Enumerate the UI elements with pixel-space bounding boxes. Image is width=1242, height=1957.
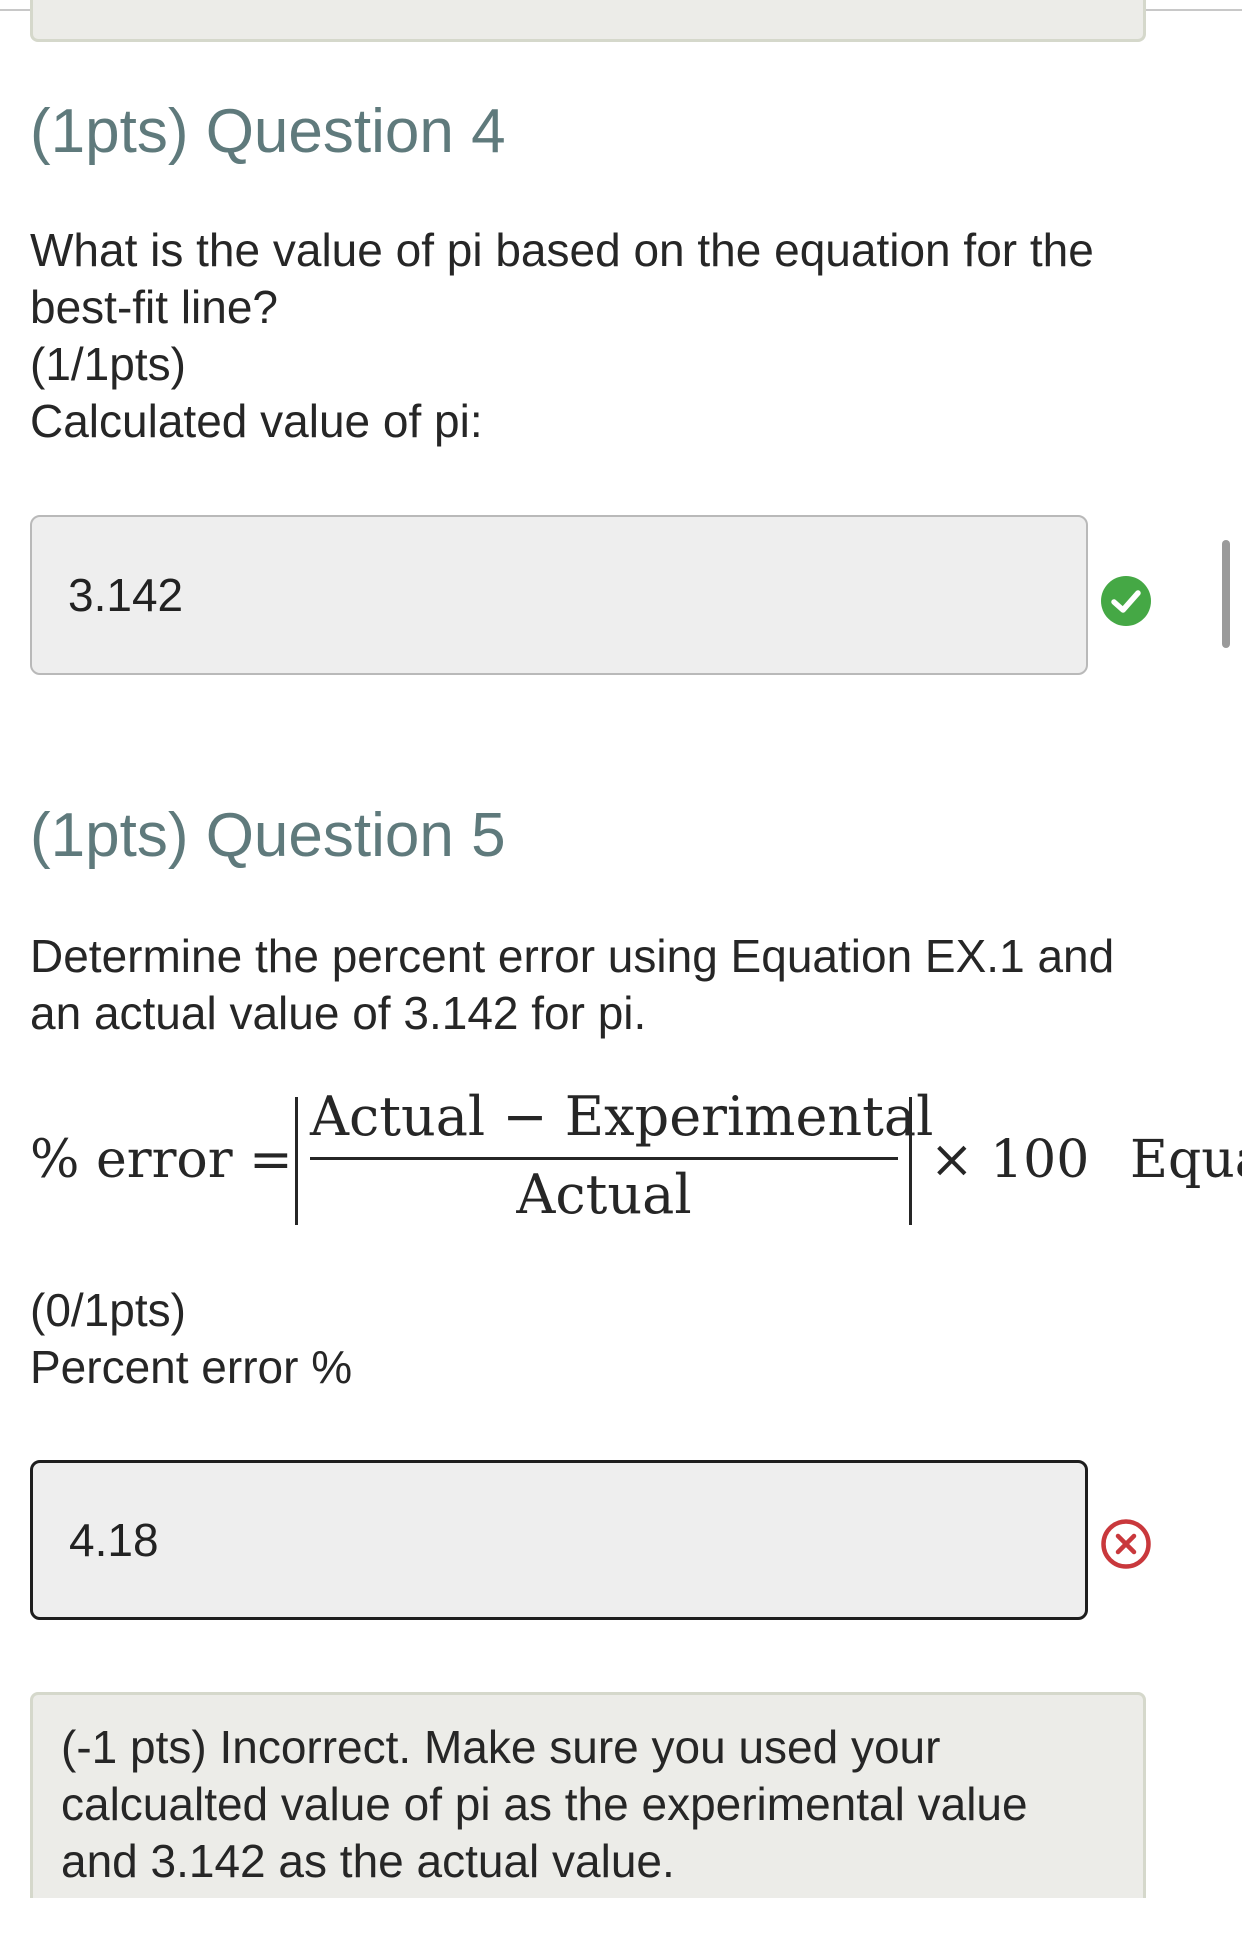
question-4-title: (1pts) Question 4 xyxy=(30,97,506,166)
question-5-text-line-1: Determine the percent error using Equati… xyxy=(30,930,1115,982)
question-5-score: (0/1pts) xyxy=(30,1284,186,1336)
question-5-answer-input[interactable] xyxy=(69,1513,969,1567)
question-4-answer-box[interactable] xyxy=(30,515,1088,675)
question-5-title: (1pts) Question 5 xyxy=(30,801,506,870)
question-5-text-line-2: an actual value of 3.142 for pi. xyxy=(30,987,647,1039)
previous-feedback-box xyxy=(30,0,1146,42)
question-5-field-area: (0/1pts) Percent error % xyxy=(30,1282,1180,1396)
question-4-body: What is the value of pi based on the equ… xyxy=(30,222,1180,450)
percent-error-equation: % error = Actual − Experimental Actual ×… xyxy=(30,1085,1242,1235)
question-4-score: (1/1pts) xyxy=(30,338,186,390)
question-5-answer-box[interactable] xyxy=(30,1460,1088,1620)
question-4-text-line-2: best-fit line? xyxy=(30,281,279,333)
check-circle-icon xyxy=(1101,576,1151,626)
question-4-field-label: Calculated value of pi: xyxy=(30,395,483,447)
feedback-line-2: calcualted value of pi as the experiment… xyxy=(61,1778,1028,1830)
abs-bar-left xyxy=(295,1097,298,1225)
equation-multiplier: × 100 xyxy=(930,1130,1090,1190)
feedback-line-1: (-1 pts) Incorrect. Make sure you used y… xyxy=(61,1721,941,1773)
fraction-line xyxy=(310,1157,898,1160)
question-5-body: Determine the percent error using Equati… xyxy=(30,928,1180,1042)
abs-bar-right xyxy=(909,1097,912,1225)
equation-lhs: % error = xyxy=(30,1130,293,1190)
equation-numerator: Actual − Experimental xyxy=(310,1085,934,1148)
question-4-answer-input[interactable] xyxy=(68,568,968,622)
feedback-line-3: and 3.142 as the actual value. xyxy=(61,1835,675,1887)
bottom-edge xyxy=(0,1898,1242,1957)
equation-label: Equa xyxy=(1130,1130,1242,1190)
x-circle-icon xyxy=(1101,1519,1151,1569)
question-5-field-label: Percent error % xyxy=(30,1341,353,1393)
question-4-text-line-1: What is the value of pi based on the equ… xyxy=(30,224,1094,276)
scrollbar-thumb[interactable] xyxy=(1222,540,1230,648)
equation-denominator: Actual xyxy=(516,1163,692,1226)
quiz-page: (1pts) Question 4 What is the value of p… xyxy=(0,0,1242,1957)
